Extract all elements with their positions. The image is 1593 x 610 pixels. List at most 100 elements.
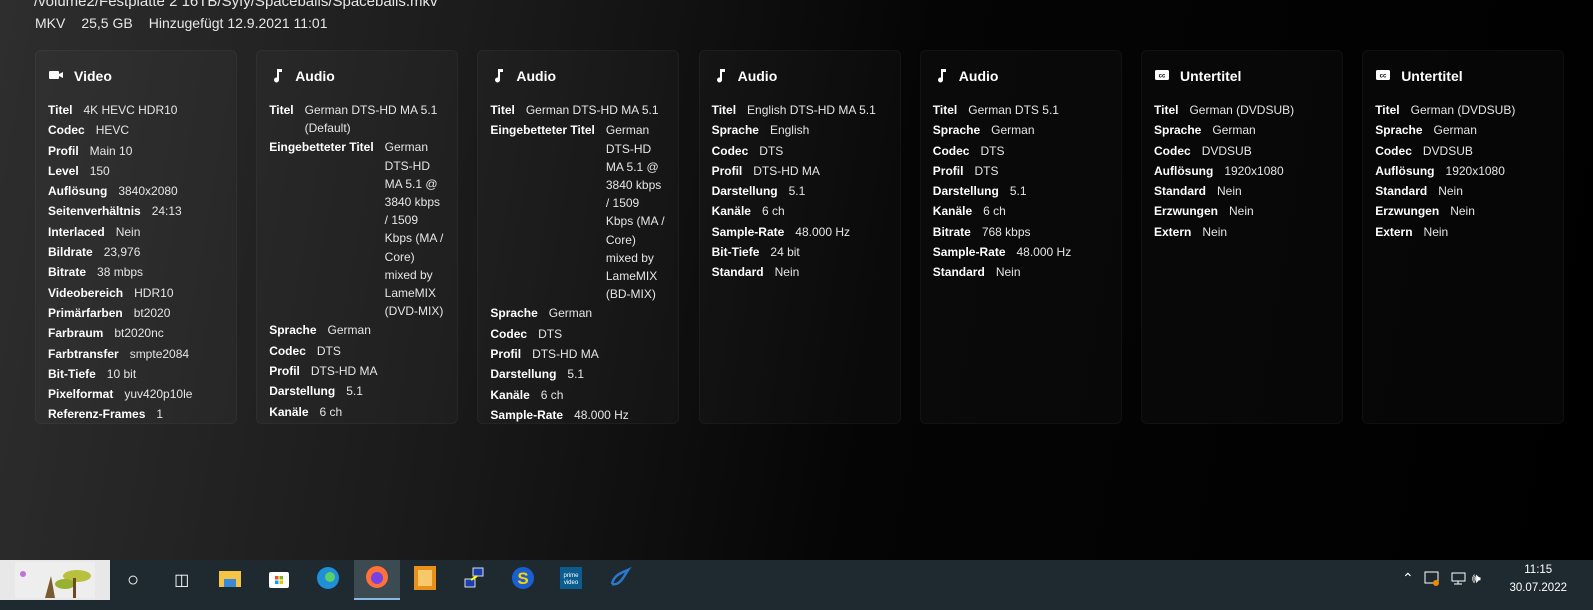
property-row: Kanäle 6 ch	[933, 201, 1109, 221]
property-value: 23,976	[103, 245, 141, 260]
property-label: Farbtransfer	[48, 346, 119, 361]
property-value: DTS-HD MA	[310, 364, 378, 379]
prime-video-taskbar-button[interactable]: prime video	[548, 560, 594, 600]
property-row: Erzwungen Nein	[1375, 201, 1551, 221]
microsoft-store-taskbar-button[interactable]	[256, 560, 302, 600]
property-value: German DTS-HD MA 5.1 @ 3840 kbps / 1509 …	[384, 140, 444, 319]
stream-card-video: Video Titel 4K HEVC HDR10 Codec HEVC Profil Ma…	[35, 50, 237, 424]
card-header: Audio	[933, 67, 1109, 85]
property-label: Level	[48, 163, 79, 178]
sync-status-icon[interactable]	[1424, 570, 1440, 589]
property-label: Extern	[1375, 224, 1413, 239]
property-row: Codec DTS	[490, 324, 666, 344]
s-app-icon: S	[511, 566, 535, 595]
property-label: Standard	[1154, 184, 1207, 199]
property-value: 48.000 Hz	[1016, 245, 1072, 260]
date-added: Hinzugefügt 12.9.2021 11:01	[148, 15, 328, 31]
svg-text:prime: prime	[564, 573, 580, 579]
property-row: Extern Nein	[1375, 222, 1551, 242]
property-label: Standard	[711, 265, 764, 280]
property-label: Erzwungen	[1375, 204, 1440, 219]
stream-card-audio: Audio Titel German DTS-HD MA 5.1 (Default)…	[256, 50, 459, 424]
property-value: German DTS-HD MA 5.1 (Default)	[304, 103, 438, 136]
card-header: Audio	[269, 67, 445, 85]
property-label: Titel	[932, 103, 958, 117]
property-label: Titel	[490, 103, 515, 117]
property-row: Videobereich HDR10	[48, 283, 224, 303]
property-label: Seitenverhältnis	[48, 204, 141, 219]
windows-app-taskbar-button[interactable]	[402, 560, 448, 600]
container: MKV	[35, 15, 66, 31]
property-value: DTS	[759, 143, 784, 158]
property-label: Kanäle	[932, 204, 973, 219]
network-icon[interactable]	[1448, 570, 1466, 589]
card-title: Video	[74, 68, 112, 84]
property-row: Bildrate 23,976	[48, 242, 224, 262]
property-value: 48.000 Hz	[574, 407, 629, 422]
property-label: Referenz-Frames	[48, 407, 146, 422]
property-value: 1920x1080	[1224, 163, 1284, 178]
widgets-button[interactable]	[0, 560, 110, 600]
property-value: HDR10	[134, 285, 174, 300]
property-row: Bit-Tiefe 24 bit	[712, 242, 888, 262]
network-tool-taskbar-button[interactable]	[451, 560, 497, 600]
property-row: Profil DTS-HD MA	[712, 161, 888, 181]
property-label: Sprache	[269, 323, 317, 338]
property-value: Nein	[115, 224, 141, 239]
property-value: DVDSUB	[1422, 143, 1473, 158]
firefox-taskbar-button[interactable]	[353, 560, 400, 600]
property-row: Sprache German	[490, 303, 666, 323]
property-row: Referenz-Frames 1	[48, 404, 224, 424]
closed-captions-icon: cc	[1375, 67, 1391, 86]
property-label: Sprache	[1375, 123, 1423, 138]
property-label: Bitrate	[932, 224, 971, 239]
property-row: Darstellung 5.1	[490, 364, 666, 384]
property-value: German (DVDSUB)	[1189, 103, 1295, 117]
microsoft-store-icon	[269, 568, 290, 593]
property-label: Sprache	[490, 306, 538, 321]
property-row: Standard Nein	[712, 262, 888, 282]
file-explorer-taskbar-button[interactable]	[207, 560, 253, 600]
card-title: Audio	[958, 68, 999, 84]
system-clock[interactable]: 11:15 30.07.2022	[1509, 561, 1567, 597]
property-label: Auflösung	[48, 184, 108, 199]
music-note-icon	[712, 67, 728, 86]
file-path: /volume2/Festplatte 2 16TB/Syfy/Spacebal…	[34, 0, 438, 10]
show-hidden-icons-chevron-icon[interactable]: ⌃	[1402, 570, 1414, 587]
property-value: German DTS-HD MA 5.1 @ 3840 kbps / 1509 …	[605, 123, 665, 302]
property-label: Auflösung	[1375, 163, 1435, 178]
swirl-app-taskbar-button[interactable]	[597, 560, 643, 600]
property-value: 5.1	[346, 384, 363, 399]
property-row: Darstellung 5.1	[269, 381, 445, 401]
property-row: Kanäle 6 ch	[712, 201, 888, 221]
property-row: Auflösung 3840x2080	[48, 181, 224, 201]
card-title: Audio	[295, 68, 335, 84]
property-row: Bitrate 768 kbps	[933, 222, 1109, 242]
property-row: Erzwungen Nein	[1154, 201, 1330, 221]
property-value: Nein	[774, 265, 800, 280]
file-explorer-icon	[219, 569, 242, 592]
property-value: 6 ch	[983, 204, 1006, 219]
property-row: Auflösung 1920x1080	[1154, 161, 1330, 181]
property-label: Sample-Rate	[932, 245, 1006, 260]
volume-icon[interactable]: 🕪	[1472, 570, 1481, 587]
property-row: Eingebetteter Titel German DTS-HD MA 5.1 …	[490, 120, 666, 303]
property-label: Codec	[48, 123, 85, 138]
property-row: Extern Nein	[1154, 222, 1330, 242]
property-row: Sprache German	[1154, 120, 1330, 140]
edge-taskbar-button[interactable]	[305, 560, 351, 600]
property-row: Sprache English	[712, 120, 888, 140]
property-row: Profil DTS-HD MA	[490, 344, 666, 364]
prime-video-icon: prime video	[560, 566, 583, 594]
task-view-taskbar-button[interactable]: ◫	[159, 560, 205, 600]
s-app-taskbar-button[interactable]: S	[500, 560, 546, 600]
stream-card-untertitel: cc Untertitel Titel German (DVDSUB) Sprache G…	[1362, 50, 1565, 424]
property-value: 48.000 Hz	[795, 224, 850, 239]
search-taskbar-button[interactable]: ○	[110, 560, 156, 600]
stream-card-audio: Audio Titel German DTS-HD MA 5.1 Eingebette…	[477, 50, 680, 424]
svg-text:S: S	[517, 569, 528, 588]
stream-card-audio: Audio Titel English DTS-HD MA 5.1 Sprache En…	[698, 50, 901, 424]
property-value: German (DVDSUB)	[1410, 103, 1516, 117]
widgets-landscape-icon	[15, 562, 95, 598]
property-label: Interlaced	[48, 224, 105, 239]
